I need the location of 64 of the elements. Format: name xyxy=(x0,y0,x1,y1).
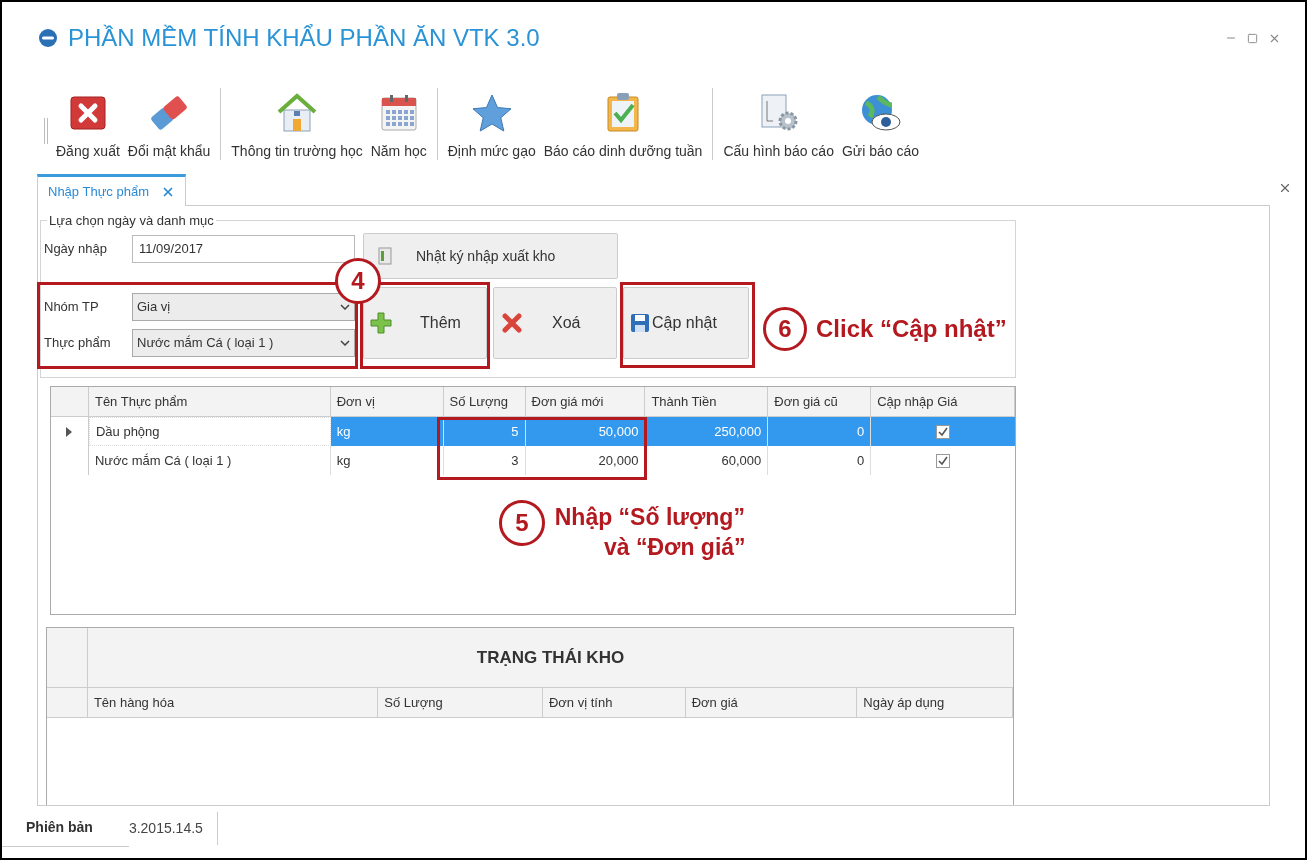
document-icon xyxy=(378,247,392,265)
toolbar-button[interactable]: Đăng xuất xyxy=(52,91,124,162)
history-button[interactable]: Nhật ký nhập xuất kho xyxy=(363,233,618,279)
maximize-icon[interactable] xyxy=(1247,32,1258,44)
column-header[interactable]: Tên hàng hóa xyxy=(87,688,379,717)
column-header[interactable]: Đơn giá xyxy=(685,688,858,717)
toolbar-button[interactable]: Báo cáo dinh dưỡng tuần xyxy=(539,91,707,162)
column-header[interactable]: Đơn vị tính xyxy=(542,688,686,717)
window-title: PHẦN MỀM TÍNH KHẨU PHẦN ĂN VTK 3.0 xyxy=(68,23,540,53)
toolbar-button[interactable]: Thông tin trường học xyxy=(227,91,367,162)
app-logo-icon xyxy=(38,28,58,48)
table-title: TRẠNG THÁI KHO xyxy=(476,646,625,669)
checkbox[interactable] xyxy=(936,424,951,439)
toolbar-button[interactable]: Cấu hình báo cáo xyxy=(719,91,838,162)
column-header[interactable]: Số Lượng xyxy=(378,688,543,717)
calendar-icon xyxy=(378,93,419,133)
instruction-text: Click “Cập nhật” xyxy=(816,314,1007,344)
column-header[interactable]: Cập nhập Giá xyxy=(871,387,1015,416)
clipboard-check-icon xyxy=(605,91,642,133)
column-header[interactable]: Tên Thực phẩm xyxy=(88,387,331,416)
star-icon xyxy=(470,93,513,133)
dropdown[interactable]: Nước mắm Cá ( loại 1 ) xyxy=(132,329,355,357)
plus-icon xyxy=(370,312,392,334)
table-cell[interactable]: Nước mắm Cá ( loại 1 ) xyxy=(88,446,331,475)
column-header[interactable]: Đơn giá mới xyxy=(525,387,646,416)
checkbox[interactable] xyxy=(936,453,951,468)
cross-icon xyxy=(502,313,522,333)
field-label: Ngày nhập xyxy=(44,240,108,259)
house-icon xyxy=(276,93,318,133)
toolbar-button[interactable]: Đổi mật khẩu xyxy=(123,91,215,162)
update-button[interactable]: Cập nhật xyxy=(623,287,749,359)
table-cell[interactable]: 20,000 xyxy=(525,446,646,475)
field-label: Nhóm TP xyxy=(44,298,100,317)
table-cell[interactable]: Dầu phộng xyxy=(88,417,331,446)
toolbar-button[interactable]: Năm học xyxy=(366,91,431,162)
table-cell[interactable]: kg xyxy=(330,446,444,475)
instruction-text: Nhập “Số lượng” xyxy=(554,503,745,532)
instruction-text: và “Đơn giá” xyxy=(604,533,746,562)
current-row-icon xyxy=(66,426,73,437)
dropdown[interactable]: Gia vị xyxy=(132,293,355,321)
cross-square-icon xyxy=(67,93,108,133)
column-header[interactable]: Đơn vị xyxy=(330,387,444,416)
add-button[interactable]: Thêm xyxy=(363,287,487,359)
column-header[interactable]: Đơn giá cũ xyxy=(768,387,872,416)
field-label: Thực phẩm xyxy=(44,334,112,353)
chevron-down-icon xyxy=(340,304,350,310)
table-cell[interactable]: 3 xyxy=(443,446,526,475)
version-text: 3.2015.14.5 xyxy=(128,811,218,845)
close-icon[interactable] xyxy=(1278,181,1292,195)
column-header[interactable]: Thành Tiền xyxy=(645,387,769,416)
date-field[interactable]: 11/09/2017 xyxy=(132,235,355,263)
toolbar-button[interactable]: Định mức gạo xyxy=(443,91,540,162)
step-number: 6 xyxy=(763,307,807,351)
column-header[interactable]: Ngày áp dụng xyxy=(857,688,1013,717)
status-label: Phiên bản xyxy=(2,809,129,847)
tab-label[interactable]: Nhập Thực phẩm xyxy=(48,181,149,202)
document-tab[interactable]: Nhập Thực phẩm xyxy=(37,174,186,206)
toolbar-gripper xyxy=(44,118,48,144)
table-cell[interactable]: 60,000 xyxy=(645,446,769,475)
chevron-down-icon xyxy=(340,340,350,346)
toolbar-button[interactable]: Gửi báo cáo xyxy=(837,91,923,162)
delete-button[interactable]: Xoá xyxy=(493,287,617,359)
table-cell[interactable]: 0 xyxy=(768,446,872,475)
column-header[interactable]: Số Lượng xyxy=(443,387,526,416)
